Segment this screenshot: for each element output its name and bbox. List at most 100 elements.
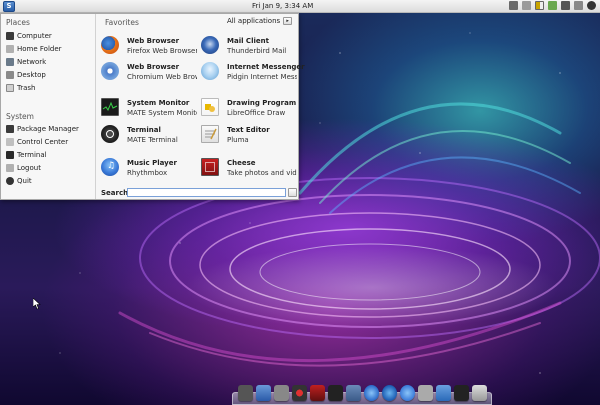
favorite-thunderbird[interactable]: Mail Client Thunderbird Mail <box>197 35 297 57</box>
top-panel: S Fri Jan 9, 3:34 AM <box>0 0 600 13</box>
places-item-label: Network <box>17 58 47 66</box>
dock-terminal-icon[interactable] <box>454 385 469 401</box>
favorite-system-monitor[interactable]: System Monitor MATE System Monitor <box>97 97 197 119</box>
search-row: Search: <box>97 187 299 199</box>
places-item-home-folder[interactable]: Home Folder <box>6 44 62 54</box>
favorite-desc: Thunderbird Mail <box>227 47 287 55</box>
mouse-cursor <box>33 298 41 310</box>
places-item-label: Computer <box>17 32 52 40</box>
favorite-desc: Pidgin Internet Mess... <box>227 73 297 81</box>
favorite-name: Web Browser <box>127 37 180 45</box>
rhythmbox-icon: ♫ <box>101 158 119 176</box>
system-tray <box>509 1 596 10</box>
desktop-icon <box>6 71 14 79</box>
graph-line <box>102 101 118 112</box>
places-title: Places <box>6 18 30 27</box>
system-item-label: Control Center <box>17 138 69 146</box>
favorite-name: Web Browser <box>127 63 180 71</box>
favorite-desc: MATE System Monitor <box>127 109 197 117</box>
thunderbird-icon <box>201 36 219 54</box>
dock <box>232 383 492 405</box>
favorite-desc: LibreOffice Draw <box>227 109 286 117</box>
terminal-icon <box>6 151 14 159</box>
system-item-label: Logout <box>17 164 41 172</box>
search-icon[interactable] <box>288 188 297 197</box>
favorite-rhythmbox[interactable]: ♫ Music Player Rhythmbox <box>97 157 197 179</box>
cheese-icon <box>201 158 219 176</box>
trash-icon <box>6 84 14 92</box>
dock-shelf <box>232 392 492 405</box>
dock-browser-icon[interactable] <box>364 385 379 401</box>
computer-icon <box>6 32 14 40</box>
favorite-chromium[interactable]: Web Browser Chromium Web Brow... <box>97 61 197 83</box>
panel-clock[interactable]: Fri Jan 9, 3:34 AM <box>252 2 313 10</box>
pidgin-icon <box>201 62 219 80</box>
favorite-desc: Firefox Web Browser <box>127 47 197 55</box>
system-item-label: Package Manager <box>17 125 79 133</box>
favorite-pidgin[interactable]: Internet Messenger Pidgin Internet Mess.… <box>197 61 305 83</box>
system-item-terminal[interactable]: Terminal <box>6 150 47 160</box>
places-item-network[interactable]: Network <box>6 57 46 67</box>
menu-button[interactable]: S <box>3 1 15 12</box>
favorite-desc: Chromium Web Brow... <box>127 73 197 81</box>
dock-network-icon[interactable] <box>346 385 361 401</box>
quit-icon <box>6 177 14 185</box>
network-icon[interactable] <box>509 1 518 10</box>
search-input[interactable] <box>127 188 286 197</box>
places-item-label: Desktop <box>17 71 46 79</box>
dock-camera-icon[interactable] <box>328 385 343 401</box>
system-item-quit[interactable]: Quit <box>6 176 32 186</box>
dock-settings-icon[interactable] <box>418 385 433 401</box>
firefox-icon <box>101 36 119 54</box>
favorite-libreoffice-draw[interactable]: Drawing Program LibreOffice Draw <box>197 97 297 119</box>
favorite-name: Cheese <box>227 159 256 167</box>
dock-trash-icon[interactable] <box>472 385 487 401</box>
mail-icon[interactable] <box>522 1 531 10</box>
dock-music-icon[interactable] <box>400 385 415 401</box>
all-applications-button[interactable]: All applications ▸ <box>227 17 293 25</box>
places-item-computer[interactable]: Computer <box>6 31 52 41</box>
draw-shapes <box>205 104 215 112</box>
volume-icon[interactable] <box>561 1 570 10</box>
favorite-desc: Pluma <box>227 136 249 144</box>
notepad-lines <box>205 128 217 140</box>
favorite-name: System Monitor <box>127 99 190 107</box>
system-item-label: Quit <box>17 177 32 185</box>
favorite-name: Terminal <box>127 126 161 134</box>
places-item-label: Home Folder <box>17 45 62 53</box>
control-center-icon <box>6 138 14 146</box>
dock-display-icon[interactable] <box>436 385 451 401</box>
places-item-desktop[interactable]: Desktop <box>6 70 46 80</box>
favorite-cheese[interactable]: Cheese Take photos and vid... <box>197 157 297 179</box>
updates-icon[interactable] <box>548 1 557 10</box>
mate-terminal-icon <box>101 125 119 143</box>
package-manager-icon <box>6 125 14 133</box>
dock-record-icon[interactable] <box>292 385 307 401</box>
dock-mail-icon[interactable] <box>256 385 271 401</box>
all-applications-label: All applications <box>227 17 281 25</box>
system-item-control-center[interactable]: Control Center <box>6 137 68 147</box>
system-title: System <box>6 112 34 121</box>
home-folder-icon <box>6 45 14 53</box>
dock-notes-icon[interactable] <box>274 385 289 401</box>
system-item-package-manager[interactable]: Package Manager <box>6 124 79 134</box>
system-monitor-icon <box>101 98 119 116</box>
dock-finder-icon[interactable] <box>238 385 253 401</box>
application-menu: Places Computer Home Folder Network Desk… <box>0 13 305 200</box>
pluma-icon <box>201 125 219 143</box>
arrow-right-icon: ▸ <box>283 17 293 25</box>
places-column: Places Computer Home Folder Network Desk… <box>1 14 96 199</box>
favorite-name: Music Player <box>127 159 177 167</box>
favorite-name: Mail Client <box>227 37 269 45</box>
favorite-pluma[interactable]: Text Editor Pluma <box>197 124 297 146</box>
chat-icon[interactable] <box>574 1 583 10</box>
favorite-name: Text Editor <box>227 126 270 134</box>
dock-photo-icon[interactable] <box>310 385 325 401</box>
dock-search-icon[interactable] <box>382 385 397 401</box>
power-icon[interactable] <box>587 1 596 10</box>
system-item-logout[interactable]: Logout <box>6 163 41 173</box>
favorite-firefox[interactable]: Web Browser Firefox Web Browser <box>97 35 197 57</box>
battery-icon[interactable] <box>535 1 544 10</box>
places-item-trash[interactable]: Trash <box>6 83 36 93</box>
favorite-mate-terminal[interactable]: Terminal MATE Terminal <box>97 124 197 146</box>
